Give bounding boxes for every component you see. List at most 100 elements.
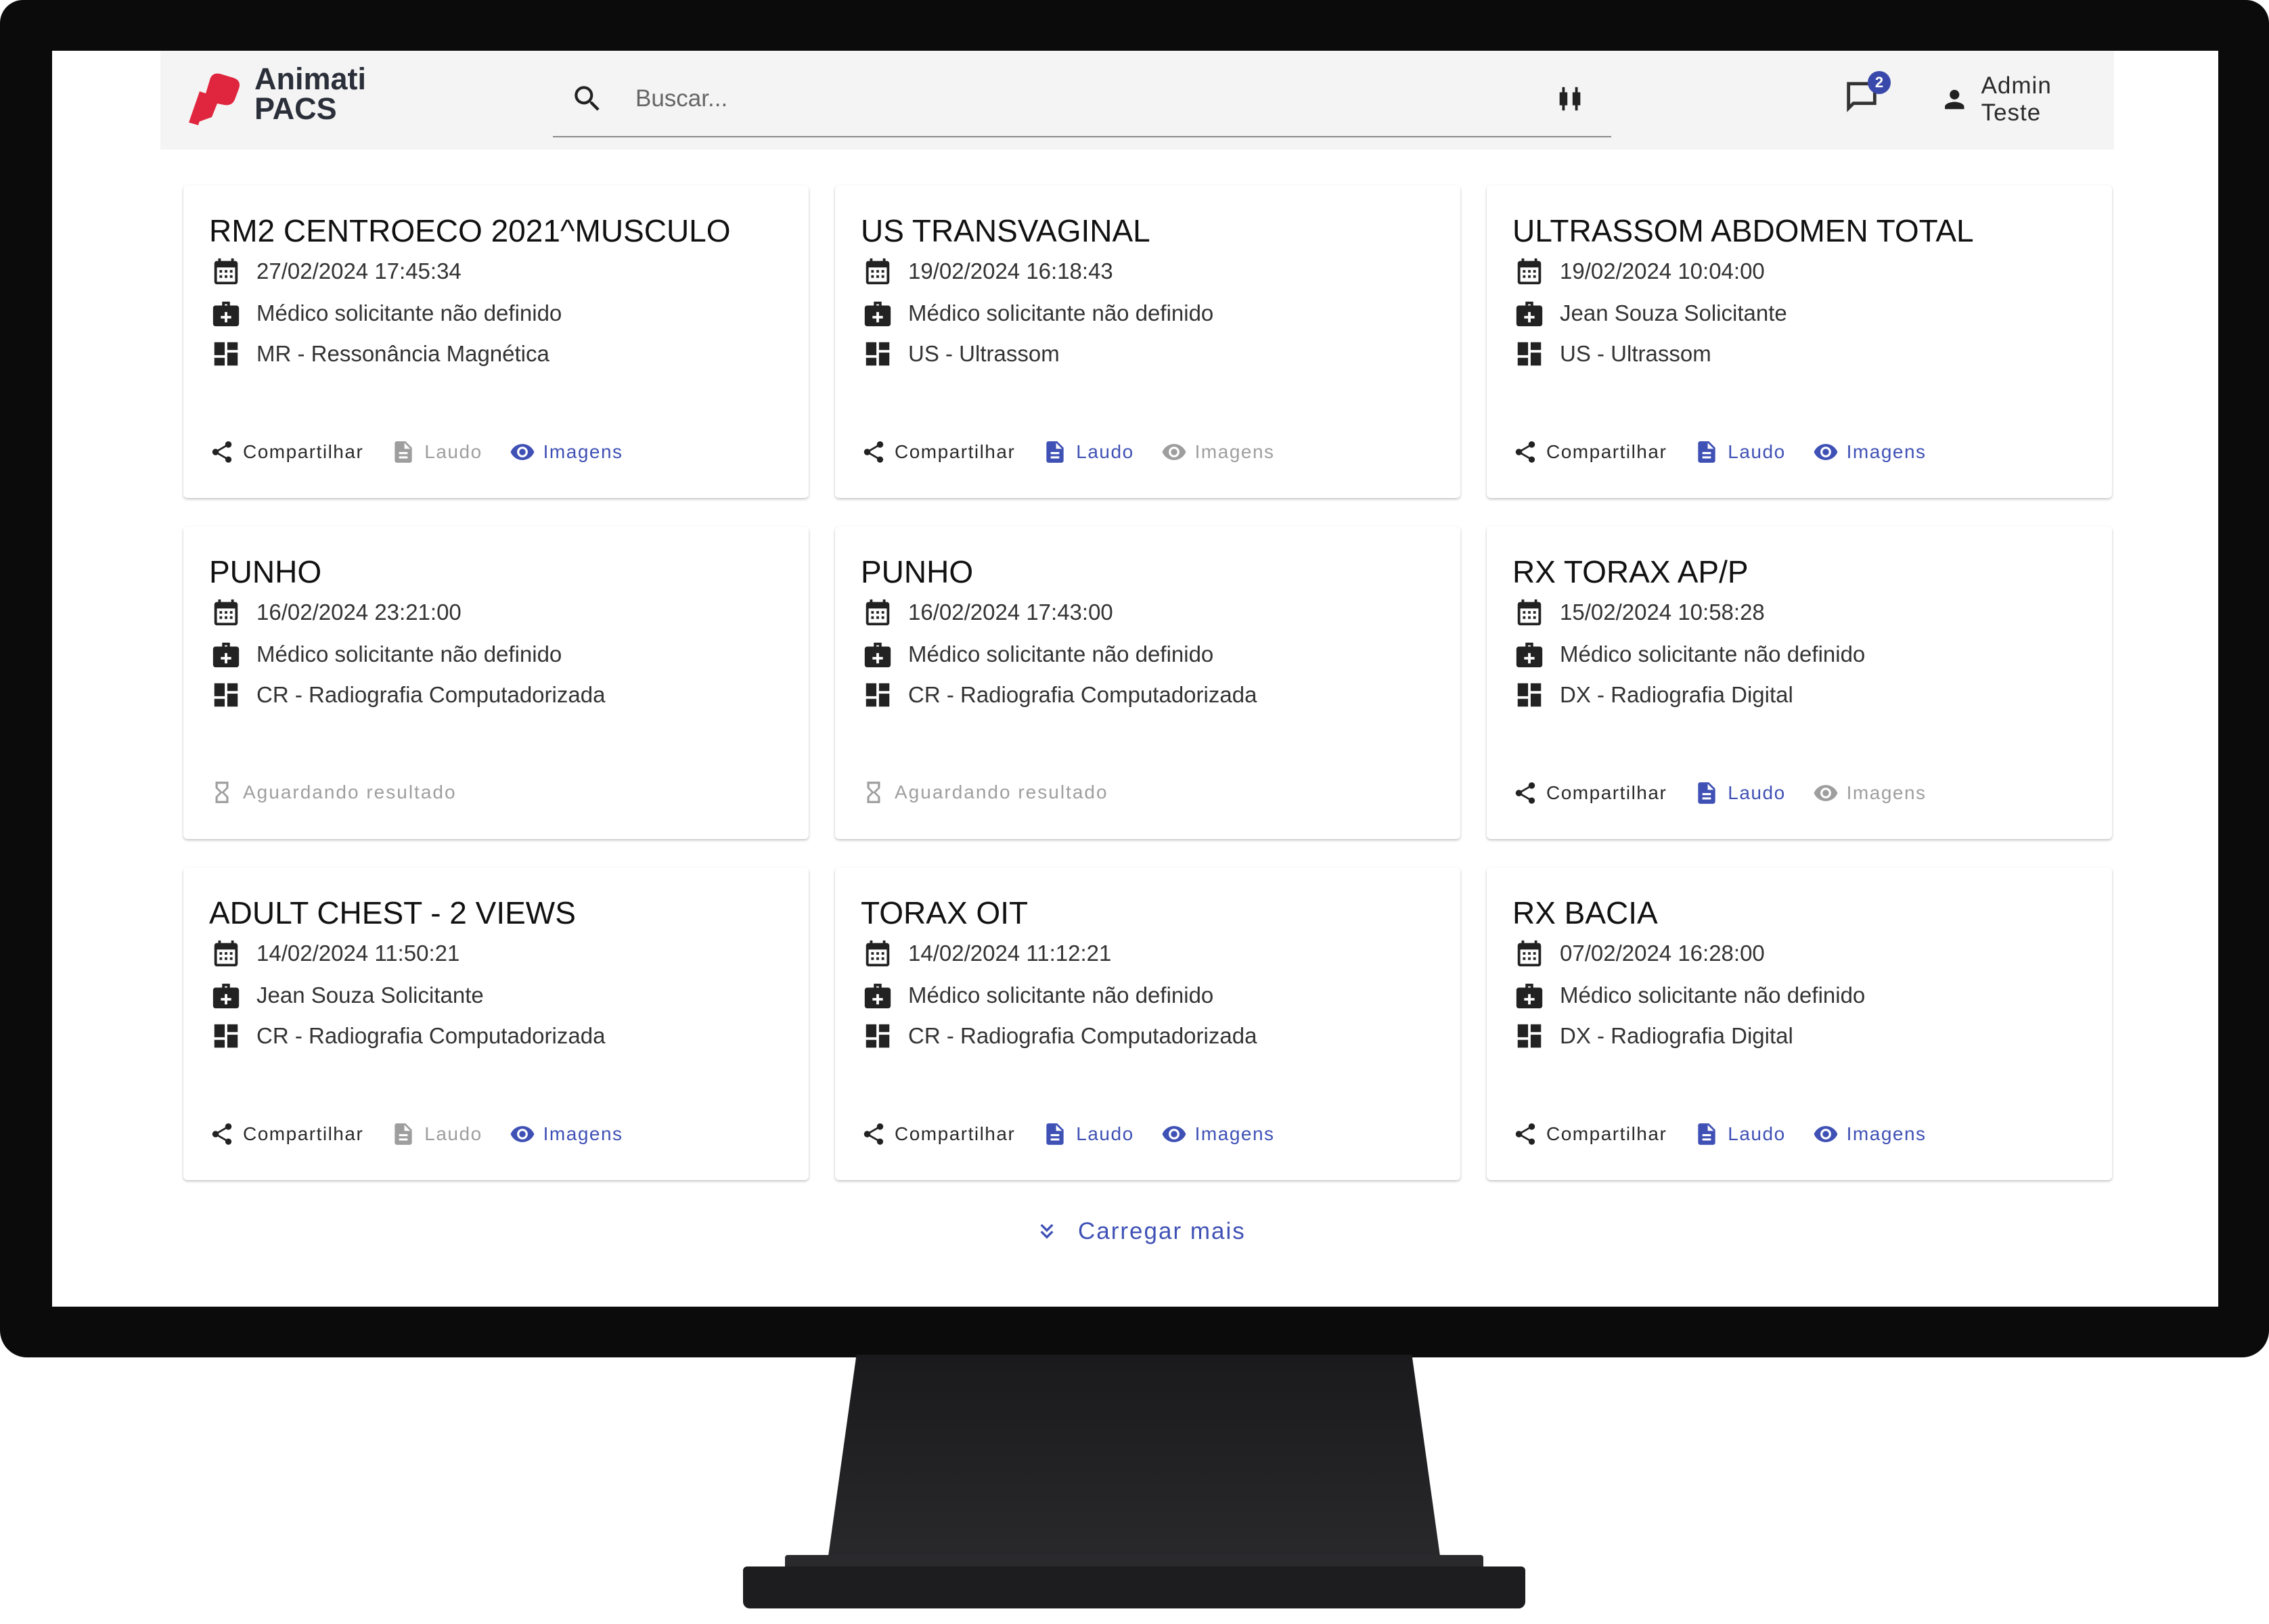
exam-date: 16/02/2024 17:43:00 [908, 600, 1113, 625]
share-button[interactable]: Compartilhar [1512, 439, 1667, 465]
images-button[interactable]: Imagens [1813, 439, 1927, 465]
dashboard-grid-icon [214, 342, 238, 366]
exam-date: 14/02/2024 11:12:21 [908, 941, 1112, 966]
calendar-icon [866, 258, 890, 285]
medical-bag-icon [212, 983, 240, 1009]
exam-modality: US - Ultrassom [908, 341, 1060, 366]
images-label: Imagens [1194, 441, 1275, 462]
images-button[interactable]: Imagens [510, 439, 623, 465]
exam-doctor-row: Médico solicitante não definido [862, 296, 1213, 330]
waiting-result-status: Aguardando resultado [209, 780, 457, 805]
exam-doctor: Jean Souza Solicitante [1560, 300, 1787, 325]
document-icon [1698, 782, 1715, 804]
exam-date-row: 07/02/2024 16:28:00 [1514, 937, 1765, 970]
brand-line-2: PACS [254, 91, 337, 126]
report-label: Laudo [1728, 1123, 1786, 1144]
exam-date-row: 14/02/2024 11:50:21 [210, 937, 459, 970]
share-button[interactable]: Compartilhar [861, 1121, 1015, 1147]
report-button[interactable]: Laudo [390, 1121, 482, 1147]
search-icon [575, 86, 600, 111]
share-icon [1515, 782, 1535, 804]
exam-title: PUNHO [209, 554, 322, 589]
exam-doctor-row: Jean Souza Solicitante [1514, 296, 1787, 330]
exam-actions: Compartilhar Laudo Imagens [1512, 778, 1954, 808]
share-button[interactable]: Compartilhar [1512, 1121, 1667, 1147]
report-label: Laudo [424, 1123, 482, 1144]
exam-modality: DX - Radiografia Digital [1560, 682, 1793, 707]
load-more-button[interactable]: Carregar mais [1033, 1218, 1246, 1245]
person-icon [1945, 89, 1964, 110]
user-name: Admin Teste [1981, 72, 2052, 126]
exam-title: RM2 CENTROECO 2021^MUSCULO [209, 213, 731, 248]
exam-actions: Compartilhar Laudo Imagens [861, 1119, 1302, 1149]
exam-title: ULTRASSOM ABDOMEN TOTAL [1512, 213, 1974, 248]
app-bar: Animati PACS 2 Admin Teste [160, 51, 2114, 150]
exam-card: RM2 CENTROECO 2021^MUSCULO 27/02/2024 17:… [183, 185, 809, 498]
filter-icon[interactable] [1554, 83, 1586, 114]
exam-modality-row: CR - Radiografia Computadorizada [210, 1019, 605, 1053]
share-icon [212, 1123, 232, 1145]
exam-modality-row: CR - Radiografia Computadorizada [862, 678, 1257, 712]
images-button[interactable]: Imagens [1813, 780, 1927, 806]
exam-title: RX BACIA [1512, 895, 1658, 930]
report-button[interactable]: Laudo [1694, 780, 1785, 806]
dashboard-grid-icon [214, 1024, 238, 1048]
monitor-stand-neck [826, 1355, 1443, 1575]
report-label: Laudo [424, 441, 482, 462]
search-input[interactable] [634, 76, 1517, 121]
share-icon [1515, 441, 1535, 463]
medical-bag-icon [864, 642, 891, 668]
exam-card: RX TORAX AP/P 15/02/2024 10:58:28 Médico s… [1487, 526, 2112, 839]
calendar-icon [866, 940, 890, 967]
share-button[interactable]: Compartilhar [209, 1121, 363, 1147]
report-button[interactable]: Laudo [1694, 439, 1785, 465]
exam-doctor: Médico solicitante não definido [908, 983, 1214, 1008]
brand-logo-icon [189, 73, 240, 125]
images-button[interactable]: Imagens [1161, 439, 1275, 465]
exam-modality: MR - Ressonância Magnética [256, 341, 549, 366]
eye-icon [1814, 444, 1838, 460]
report-button[interactable]: Laudo [390, 439, 482, 465]
exam-doctor: Médico solicitante não definido [908, 300, 1214, 325]
exam-card: RX BACIA 07/02/2024 16:28:00 Médico solici… [1487, 867, 2112, 1180]
images-button[interactable]: Imagens [510, 1121, 623, 1147]
report-button[interactable]: Laudo [1694, 1121, 1785, 1147]
document-icon [1046, 441, 1064, 463]
share-button[interactable]: Compartilhar [861, 439, 1015, 465]
share-label: Compartilhar [895, 1123, 1016, 1144]
images-label: Imagens [1194, 1123, 1275, 1144]
exam-doctor: Médico solicitante não definido [1560, 641, 1866, 667]
report-button[interactable]: Laudo [1042, 1121, 1133, 1147]
search-bar [553, 62, 1611, 137]
exam-card: PUNHO 16/02/2024 23:21:00 Médico solicitan… [183, 526, 809, 839]
calendar-icon [1517, 599, 1542, 626]
exam-date-row: 27/02/2024 17:45:34 [210, 254, 462, 288]
exam-actions: Compartilhar Laudo Imagens [1512, 437, 1954, 467]
exam-doctor: Médico solicitante não definido [908, 641, 1214, 667]
share-button[interactable]: Compartilhar [209, 439, 363, 465]
images-label: Imagens [543, 441, 623, 462]
exam-doctor-row: Médico solicitante não definido [210, 637, 562, 671]
user-menu[interactable]: Admin Teste [1940, 72, 2114, 126]
report-button[interactable]: Laudo [1042, 439, 1133, 465]
share-label: Compartilhar [243, 1123, 364, 1144]
eye-icon [1814, 785, 1838, 801]
share-button[interactable]: Compartilhar [1512, 780, 1667, 806]
exam-modality-row: US - Ultrassom [1514, 337, 1711, 371]
exam-doctor: Médico solicitante não definido [1560, 983, 1866, 1008]
share-icon [863, 441, 884, 463]
exam-doctor-row: Médico solicitante não definido [862, 637, 1213, 671]
waiting-label: Aguardando resultado [895, 782, 1108, 803]
medical-bag-icon [1516, 983, 1543, 1009]
images-button[interactable]: Imagens [1813, 1121, 1927, 1147]
document-icon [395, 1123, 412, 1145]
exam-title: ADULT CHEST - 2 VIEWS [209, 895, 576, 930]
medical-bag-icon [1516, 642, 1543, 668]
monitor-frame: Animati PACS 2 Admin Teste RM2 CENTROECO… [0, 0, 2269, 1357]
report-label: Laudo [1728, 441, 1786, 462]
images-button[interactable]: Imagens [1161, 1121, 1275, 1147]
exam-doctor: Jean Souza Solicitante [256, 983, 484, 1008]
medical-bag-icon [212, 642, 240, 668]
images-label: Imagens [1846, 441, 1927, 462]
exam-modality-row: US - Ultrassom [862, 337, 1060, 371]
